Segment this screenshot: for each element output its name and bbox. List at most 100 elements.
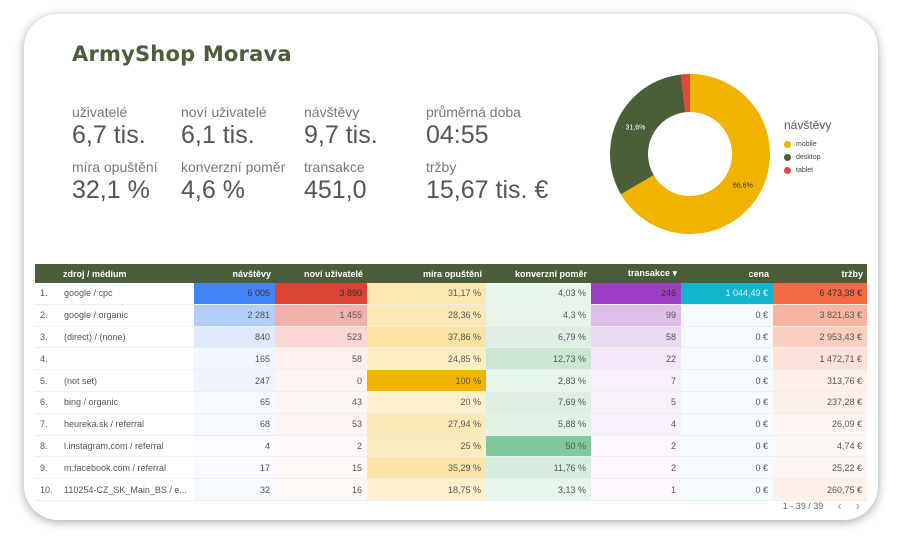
kpi-value: 32,1 % xyxy=(72,176,150,204)
table-row[interactable]: 2. google / organic 2 281 1 455 28,36 % 4,3 %… xyxy=(35,304,867,327)
col-header-revenue[interactable]: tržby xyxy=(773,264,867,283)
cell-cost: 0 € xyxy=(681,347,773,371)
cell-revenue: 3 821,63 € xyxy=(773,304,867,327)
sort-desc-icon: ▾ xyxy=(672,268,677,278)
slice-label-mobile: 66,6% xyxy=(733,182,753,189)
cell-sessions: 840 xyxy=(194,326,275,349)
cell-source-medium: (not set) xyxy=(59,369,194,392)
cell-revenue: 237,28 € xyxy=(773,391,867,414)
cell-sessions: 65 xyxy=(194,391,275,414)
legend-item-tablet[interactable]: tablet xyxy=(784,164,831,177)
cell-row-index: 3. xyxy=(35,326,59,349)
cell-transactions: 1 xyxy=(591,478,681,501)
cell-conversion-rate: 50 % xyxy=(486,435,591,458)
col-header-source[interactable]: zdroj / médium xyxy=(59,264,194,283)
table-row[interactable]: 8. l.instagram.com / referral 4 2 25 % 50 % 2 0… xyxy=(35,435,867,458)
legend-item-mobile[interactable]: mobile xyxy=(784,138,831,151)
cell-transactions: 58 xyxy=(591,326,681,349)
table-row[interactable]: 9. m.facebook.com / referral 17 15 35,29 % 11… xyxy=(35,456,867,480)
cell-sessions: 4 xyxy=(194,435,275,458)
pagination-range: 1 - 39 / 39 xyxy=(782,500,824,511)
col-header-transactions[interactable]: transakce ▾ xyxy=(591,264,681,283)
cell-transactions: 22 xyxy=(591,347,681,371)
table-row[interactable]: 4. 165 58 24,85 % 12,73 % 22 0 €1 472,71 € xyxy=(35,347,867,371)
cell-bounce-rate: 20 % xyxy=(367,391,486,414)
slice-desktop[interactable] xyxy=(610,74,686,195)
cell-row-index: 5. xyxy=(35,369,59,392)
table-row[interactable]: 1. google / cpc 6 005 3 890 31,17 % 4,03 % 246… xyxy=(35,283,867,305)
cell-revenue: 2 953,43 € xyxy=(773,326,867,349)
kpi-label: konverzní poměr xyxy=(181,159,286,175)
cell-new-users: 43 xyxy=(275,391,367,414)
header-label: transakce xyxy=(627,268,670,278)
cell-source-medium: bing / organic xyxy=(59,391,194,414)
kpi-value: 6,7 tis. xyxy=(72,121,146,149)
next-page-icon[interactable]: › xyxy=(856,498,860,513)
cell-cost: 0 € xyxy=(681,304,773,327)
col-header-new-users[interactable]: noví uživatelé xyxy=(275,264,367,283)
table-row[interactable]: 3. (direct) / (none) 840 523 37,86 % 6,79 % 58… xyxy=(35,326,867,349)
cell-transactions: 5 xyxy=(591,391,681,414)
cell-revenue: 1 472,71 € xyxy=(773,347,867,371)
col-header-sessions[interactable]: návštěvy xyxy=(194,264,275,283)
legend-label: tablet xyxy=(796,167,814,174)
col-header-bounce-rate[interactable]: míra opuštění xyxy=(367,264,486,283)
cell-source-medium: l.instagram.com / referral xyxy=(59,435,194,458)
cell-bounce-rate: 24,85 % xyxy=(367,347,486,371)
device-donut-chart[interactable]: 66,6% 31,6% xyxy=(610,74,770,234)
legend-title: návštěvy xyxy=(784,118,832,132)
cell-transactions: 7 xyxy=(591,369,681,392)
kpi-label: uživatelé xyxy=(72,104,128,120)
col-header-conversion-rate[interactable]: konverzní poměr xyxy=(486,264,591,283)
cell-source-medium: 110254-CZ_SK_Main_BS / e... xyxy=(59,478,194,501)
cell-bounce-rate: 35,29 % xyxy=(367,456,486,480)
kpi-bounce-rate: míra opuštění 32,1 % xyxy=(72,159,158,205)
chart-legend: návštěvy mobile desktop tablet xyxy=(784,118,831,177)
cell-cost: 0 € xyxy=(681,391,773,414)
cell-sessions: 17 xyxy=(194,456,275,480)
cell-cost: 0 € xyxy=(681,478,773,501)
kpi-value: 451,0 xyxy=(304,176,367,204)
table-header-row: zdroj / médium návštěvy noví uživatelé m… xyxy=(35,264,867,283)
cell-new-users: 16 xyxy=(275,478,367,501)
table-row[interactable]: 7. heureka.sk / referral 68 53 27,94 % 5,88 %… xyxy=(35,413,867,436)
col-header-index xyxy=(35,264,59,283)
cell-conversion-rate: 5,88 % xyxy=(486,413,591,436)
cell-revenue: 25,22 € xyxy=(773,456,867,480)
cell-new-users: 15 xyxy=(275,456,367,480)
cell-source-medium: heureka.sk / referral xyxy=(59,413,194,436)
cell-bounce-rate: 100 % xyxy=(367,369,486,392)
cell-sessions: 6 005 xyxy=(194,283,275,305)
slice-label-desktop: 31,6% xyxy=(626,125,646,132)
cell-conversion-rate: 7,69 % xyxy=(486,391,591,414)
cell-conversion-rate: 11,76 % xyxy=(486,456,591,480)
cell-row-index: 10. xyxy=(35,478,59,501)
kpi-new-users: noví uživatelé 6,1 tis. xyxy=(181,104,267,150)
cell-revenue: 313,76 € xyxy=(773,369,867,392)
cell-bounce-rate: 25 % xyxy=(367,435,486,458)
kpi-label: návštěvy xyxy=(304,104,360,120)
cell-bounce-rate: 31,17 % xyxy=(367,283,486,305)
cell-transactions: 2 xyxy=(591,456,681,480)
cell-cost: 0 € xyxy=(681,413,773,436)
table-row[interactable]: 6. bing / organic 65 43 20 % 7,69 % 5 0 €237,28… xyxy=(35,391,867,414)
cell-cost: 0 € xyxy=(681,435,773,458)
kpi-transactions: transakce 451,0 xyxy=(304,159,367,205)
kpi-value: 4,6 % xyxy=(181,176,245,204)
kpi-value: 04:55 xyxy=(426,121,489,149)
cell-transactions: 246 xyxy=(591,283,681,305)
kpi-label: transakce xyxy=(304,159,365,175)
legend-item-desktop[interactable]: desktop xyxy=(784,151,831,164)
cell-transactions: 4 xyxy=(591,413,681,436)
cell-source-medium: m.facebook.com / referral xyxy=(59,456,194,480)
table-row[interactable]: 5. (not set) 247 0 100 % 2,83 % 7 0 €313,76 € xyxy=(35,369,867,392)
cell-cost: 0 € xyxy=(681,369,773,392)
col-header-cost[interactable]: cena xyxy=(681,264,773,283)
cell-sessions: 247 xyxy=(194,369,275,392)
cell-conversion-rate: 2,83 % xyxy=(486,369,591,392)
prev-page-icon[interactable]: ‹ xyxy=(837,498,841,513)
cell-conversion-rate: 4,03 % xyxy=(486,283,591,305)
table-row[interactable]: 10. 110254-CZ_SK_Main_BS / e... 32 16 18,75 … xyxy=(35,478,867,501)
cell-row-index: 7. xyxy=(35,413,59,436)
legend-label: mobile xyxy=(796,141,817,148)
